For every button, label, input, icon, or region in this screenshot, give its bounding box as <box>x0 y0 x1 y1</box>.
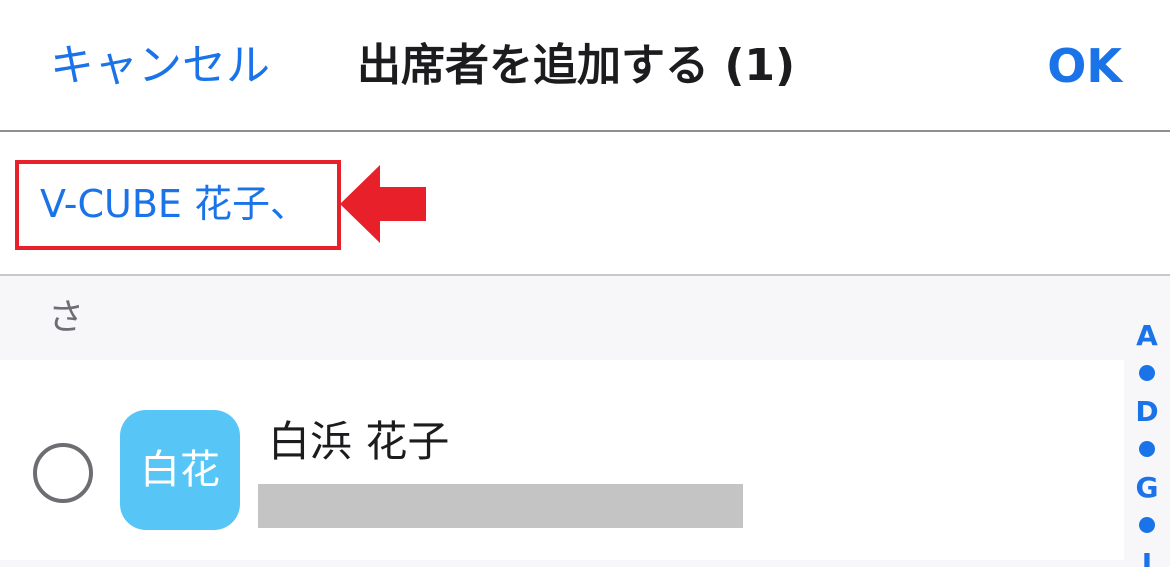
alphabet-index[interactable]: A D G J <box>1124 276 1170 567</box>
arrow-left-icon <box>340 165 426 243</box>
redacted-contact-detail <box>258 484 743 528</box>
section-header-label: さ <box>48 297 85 338</box>
index-dot-icon[interactable] <box>1139 365 1155 381</box>
add-attendees-screen: キャンセル 出席者を追加する (1) OK V-CUBE 花子、 さ 白花 白浜… <box>0 0 1170 567</box>
contact-name: 白浜 花子 <box>268 417 450 466</box>
list-item[interactable]: 白花 白浜 花子 <box>0 360 1130 560</box>
selected-attendees-field[interactable]: V-CUBE 花子、 <box>0 132 1170 276</box>
list-divider <box>0 560 1130 567</box>
index-dot-icon[interactable] <box>1139 517 1155 533</box>
avatar: 白花 <box>120 410 240 530</box>
avatar-initials: 白花 <box>140 447 220 493</box>
radio-unselected-icon[interactable] <box>33 443 93 503</box>
index-letter-d[interactable]: D <box>1124 394 1170 430</box>
ok-button[interactable]: OK <box>1047 36 1122 96</box>
selected-attendee-chip[interactable]: V-CUBE 花子、 <box>40 177 308 231</box>
index-dot-icon[interactable] <box>1139 441 1155 457</box>
section-header: さ <box>0 276 1170 360</box>
navigation-bar: キャンセル 出席者を追加する (1) OK <box>0 0 1170 132</box>
index-letter-a[interactable]: A <box>1124 318 1170 354</box>
page-title: 出席者を追加する (1) <box>357 40 796 91</box>
index-letter-j[interactable]: J <box>1124 546 1170 567</box>
index-letter-g[interactable]: G <box>1124 470 1170 506</box>
cancel-button[interactable]: キャンセル <box>50 36 270 96</box>
